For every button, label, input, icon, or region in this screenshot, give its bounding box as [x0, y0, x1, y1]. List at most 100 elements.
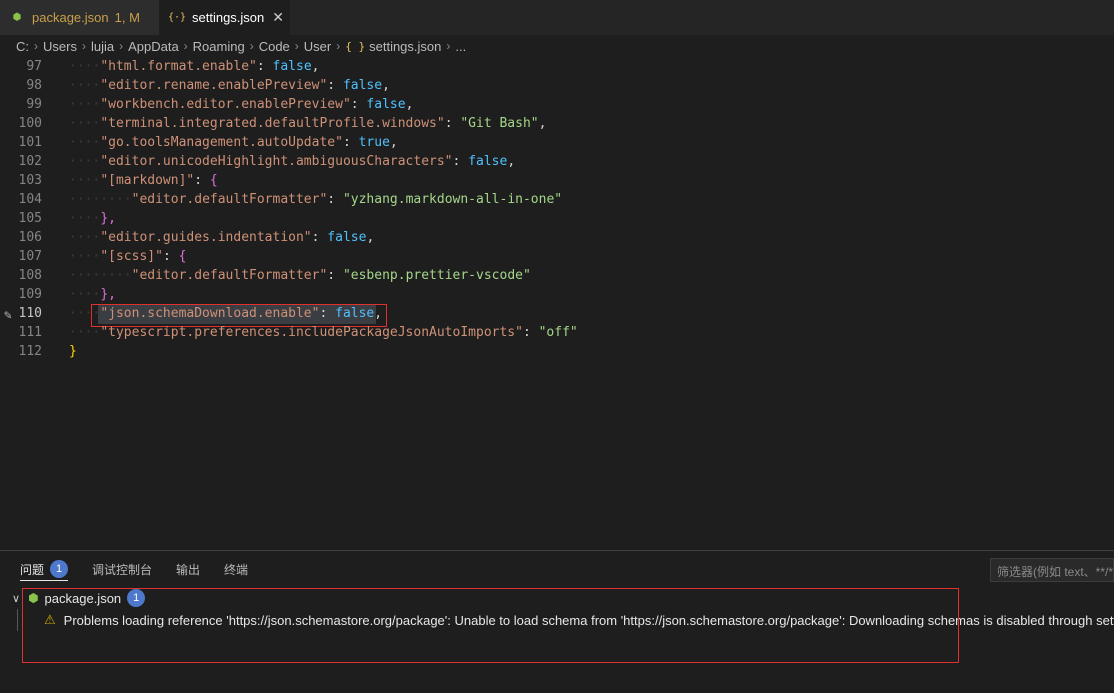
json-braces-icon: {·}: [167, 12, 187, 23]
code-line[interactable]: 112}: [0, 342, 1114, 361]
json-value: },: [100, 287, 116, 302]
json-value: },: [100, 211, 116, 226]
breadcrumb-item[interactable]: Code: [259, 39, 290, 54]
punctuation: ,: [405, 97, 414, 112]
breadcrumb-item[interactable]: ...: [455, 39, 466, 54]
close-icon[interactable]: ✕: [272, 9, 284, 26]
code-content: ····"[scss]": {: [69, 249, 187, 264]
json-value: false: [342, 78, 383, 93]
code-line[interactable]: 108 ········"editor.defaultFormatter": "e…: [0, 266, 1114, 285]
panel-tab[interactable]: 终端: [224, 551, 248, 587]
code-line[interactable]: 103 ····"[markdown]": {: [0, 171, 1114, 190]
code-content: ····"html.format.enable": false,: [69, 59, 320, 74]
problem-count-badge: 1: [50, 560, 69, 578]
json-key: "typescript.preferences.includePackageJs…: [100, 325, 523, 340]
code-content: ········"editor.defaultFormatter": "yzha…: [69, 192, 563, 207]
json-value: false: [366, 97, 406, 112]
json-key: "terminal.integrated.defaultProfile.wind…: [100, 116, 445, 131]
code-line[interactable]: 106 ····"editor.guides.indentation": fals…: [0, 228, 1114, 247]
code-content: ····"[markdown]": {: [69, 173, 218, 188]
panel-tab[interactable]: 输出: [176, 551, 200, 587]
code-line[interactable]: 98 ····"editor.rename.enablePreview": fal…: [0, 76, 1114, 95]
line-number: 110: [18, 306, 42, 321]
code-editor[interactable]: 97 ····"html.format.enable": false, 98 ····…: [0, 57, 1114, 550]
code-line[interactable]: 109 ····},: [0, 285, 1114, 304]
chevron-right-icon: ›: [446, 39, 451, 53]
punctuation: ,: [538, 116, 547, 131]
code-content: ····"terminal.integrated.defaultProfile.…: [69, 116, 547, 131]
tab-settings-json[interactable]: {·} settings.json ✕: [160, 0, 290, 35]
line-number: 111: [18, 325, 42, 340]
punctuation: ,: [507, 154, 516, 169]
json-value: {: [178, 249, 187, 264]
breadcrumb-item[interactable]: settings.json: [369, 39, 441, 54]
tab-package-json[interactable]: ⬢ package.json 1, M: [0, 0, 160, 35]
json-key: "html.format.enable": [100, 59, 257, 74]
json-value: true: [358, 135, 390, 150]
line-number: 103: [18, 173, 42, 188]
code-line[interactable]: 107 ····"[scss]": {: [0, 247, 1114, 266]
breadcrumb-item[interactable]: lujia: [91, 39, 114, 54]
breadcrumb-item[interactable]: User: [304, 39, 331, 54]
panel-tab[interactable]: 问题 1: [20, 551, 69, 587]
code-line[interactable]: 102 ····"editor.unicodeHighlight.ambiguou…: [0, 152, 1114, 171]
code-content: ····"go.toolsManagement.autoUpdate": tru…: [69, 135, 398, 150]
breadcrumb-item[interactable]: Roaming: [193, 39, 245, 54]
code-line[interactable]: ✎ 110 ····"json.schemaDownload.enable": fa…: [0, 304, 1114, 323]
line-number: 101: [18, 135, 42, 150]
highlight-annotation-box: [22, 588, 959, 663]
problems-filter-input[interactable]: 筛选器(例如 text、**/*: [990, 558, 1114, 582]
whitespace-marker: ····: [69, 211, 101, 226]
json-value: false: [327, 230, 367, 245]
code-content: ········"editor.defaultFormatter": "esbe…: [69, 268, 531, 283]
code-line[interactable]: 101 ····"go.toolsManagement.autoUpdate": …: [0, 133, 1114, 152]
panel-tab-label: 终端: [224, 562, 249, 577]
line-number: 102: [18, 154, 42, 169]
code-content: ····},: [69, 285, 116, 304]
breadcrumb-item[interactable]: AppData: [128, 39, 179, 54]
code-line[interactable]: 100 ····"terminal.integrated.defaultProfi…: [0, 114, 1114, 133]
line-number: 108: [18, 268, 42, 283]
json-value: "esbenp.prettier-vscode": [342, 268, 531, 283]
code-line[interactable]: 104 ········"editor.defaultFormatter": "y…: [0, 190, 1114, 209]
json-value: {: [209, 173, 218, 188]
panel-tab-label: 输出: [176, 562, 201, 577]
chevron-right-icon: ›: [183, 39, 188, 53]
line-number: 98: [26, 78, 42, 93]
code-line[interactable]: 99 ····"workbench.editor.enablePreview": …: [0, 95, 1114, 114]
line-number: 105: [18, 211, 42, 226]
line-number: 112: [18, 344, 42, 359]
breadcrumb-item[interactable]: Users: [43, 39, 77, 54]
whitespace-marker: ····: [69, 173, 101, 188]
json-value: false: [468, 154, 508, 169]
code-content: }: [69, 342, 77, 361]
json-key: "editor.defaultFormatter": [131, 268, 328, 283]
json-key: "[scss]": [100, 249, 163, 264]
breadcrumb-item[interactable]: C:: [16, 39, 29, 54]
code-line[interactable]: 111 ····"typescript.preferences.includePa…: [0, 323, 1114, 342]
whitespace-marker: ····: [69, 135, 101, 150]
code-line[interactable]: 105 ····},: [0, 209, 1114, 228]
line-number: 104: [18, 192, 42, 207]
panel-tab-label: 问题: [20, 562, 45, 577]
panel-tabs: 问题 1 调试控制台 输出 终端: [0, 551, 272, 587]
chevron-right-icon: ›: [119, 39, 124, 53]
json-braces-icon: { }: [345, 39, 366, 53]
editor-tab-bar: ⬢ package.json 1, M {·} settings.json ✕: [0, 0, 1114, 35]
panel-tab-label: 调试控制台: [92, 562, 153, 577]
punctuation: ,: [311, 59, 320, 74]
punctuation: ,: [389, 135, 398, 150]
whitespace-marker: ········: [69, 268, 132, 283]
punctuation: ,: [366, 230, 375, 245]
whitespace-marker: ····: [69, 116, 101, 131]
json-value: "off": [538, 325, 578, 340]
json-value: }: [69, 344, 77, 359]
panel-tab[interactable]: 调试控制台: [92, 551, 152, 587]
code-content: ····"typescript.preferences.includePacka…: [69, 325, 578, 340]
chevron-down-icon[interactable]: ∨: [12, 592, 20, 605]
chevron-right-icon: ›: [34, 39, 38, 53]
chevron-right-icon: ›: [336, 39, 341, 53]
code-line[interactable]: 97 ····"html.format.enable": false,: [0, 57, 1114, 76]
line-number: 109: [18, 287, 42, 302]
code-content: ····"workbench.editor.enablePreview": fa…: [69, 97, 414, 112]
